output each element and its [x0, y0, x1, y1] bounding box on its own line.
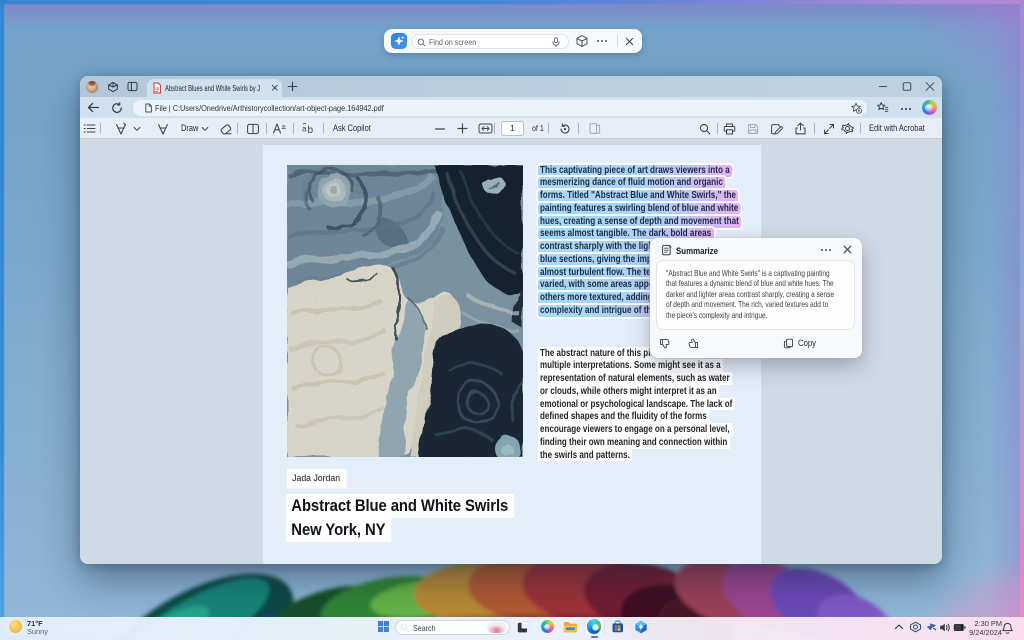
svg-text:b: b — [308, 125, 314, 135]
svg-text:a: a — [302, 124, 307, 134]
